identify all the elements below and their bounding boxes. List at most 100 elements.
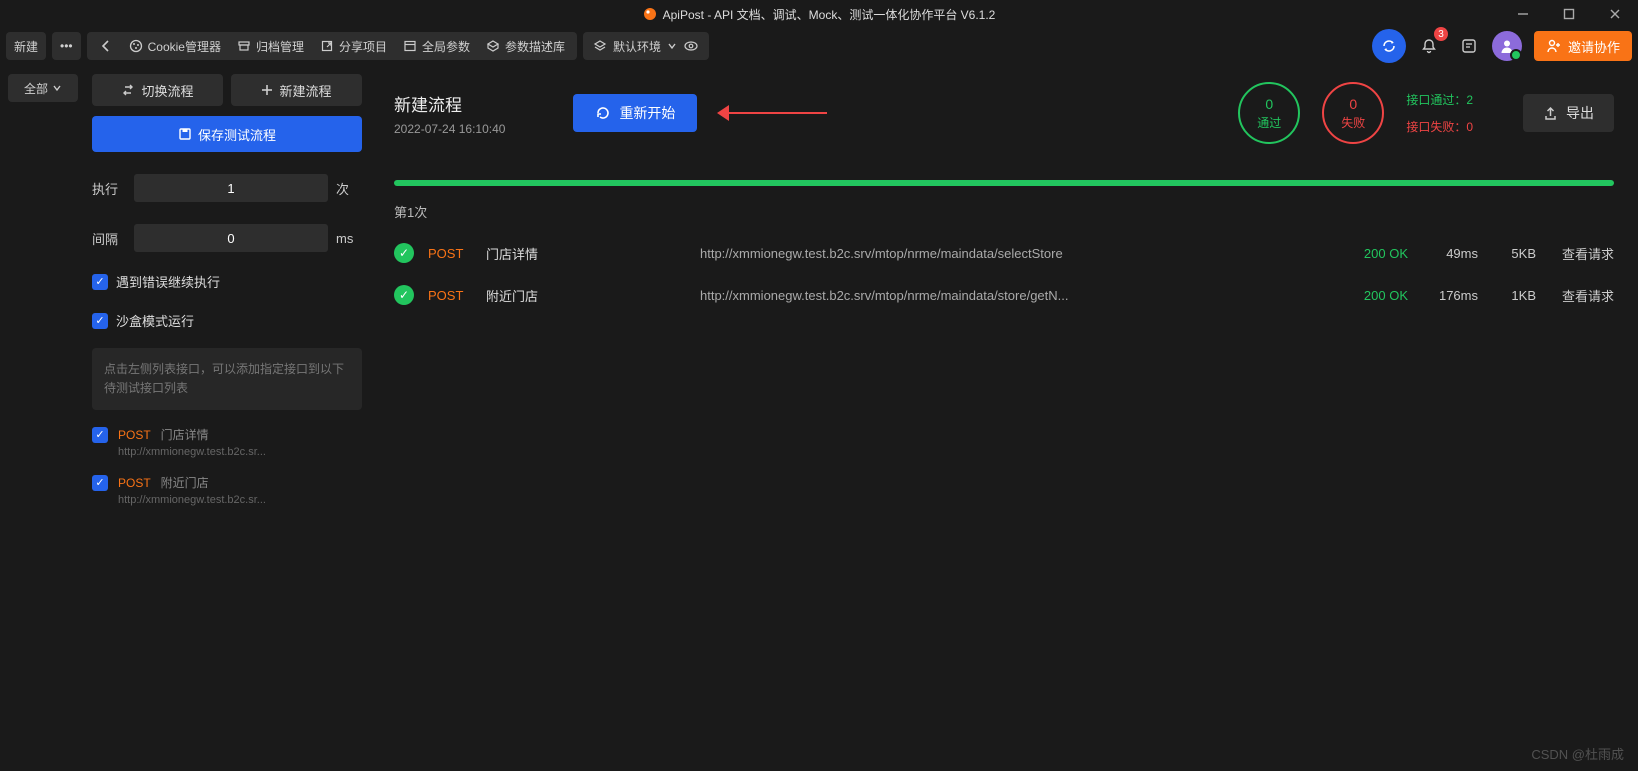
result-row: ✓ POST 门店详情 http://xmmionegw.test.b2c.sr… [394,243,1614,263]
params-library-button[interactable]: 参数描述库 [486,38,565,55]
interval-input[interactable] [134,224,328,252]
plus-icon [261,84,273,96]
bell-icon [1420,37,1438,55]
chevron-down-icon [667,41,677,51]
new-flow-button[interactable]: 新建流程 [231,74,362,106]
save-icon [178,127,192,141]
avatar-icon [1498,37,1516,55]
main-panel: 新建流程 2022-07-24 16:10:40 重新开始 0 通过 0 失败 [374,64,1638,771]
progress-bar [394,180,1614,186]
swap-icon [121,83,135,97]
result-status: 200 OK [1348,288,1408,303]
invite-button[interactable]: 邀请协作 [1534,31,1632,61]
export-icon [1543,106,1558,121]
checkbox-checked-icon: ✓ [92,427,108,443]
notifications-button[interactable]: 3 [1412,29,1446,63]
environment-selector[interactable]: 默认环境 [583,32,709,60]
method-badge: POST [118,476,151,490]
watermark: CSDN @杜雨成 [1531,744,1624,763]
global-params-button[interactable]: 全局参数 [403,38,470,55]
result-url: http://xmmionegw.test.b2c.srv/mtop/nrme/… [700,246,1334,261]
cube-icon [486,39,500,53]
eye-icon [683,39,699,53]
api-name: 附近门店 [161,474,209,491]
view-request-link[interactable]: 查看请求 [1550,286,1614,305]
annotation-arrow [717,103,827,123]
flow-title: 新建流程 [394,91,505,116]
toolbar-group: Cookie管理器 归档管理 分享项目 全局参数 参数描述库 [87,32,577,60]
sync-button[interactable] [1372,29,1406,63]
result-name: 附近门店 [486,286,686,305]
result-status: 200 OK [1348,246,1408,261]
share-icon [320,39,334,53]
cookie-manager-button[interactable]: Cookie管理器 [129,38,221,55]
titlebar: ApiPost - API 文档、调试、Mock、测试一体化协作平台 V6.1.… [0,0,1638,28]
api-list-item[interactable]: ✓ POST 附近门店 http://xmmionegw.test.b2c.sr… [92,474,362,506]
main-toolbar: 新建 ••• Cookie管理器 归档管理 分享项目 全局参数 参数描述库 默认… [0,28,1638,64]
api-pass-text: 接口通过：2 [1406,91,1473,108]
api-fail-text: 接口失败：0 [1406,118,1473,135]
fail-count-circle: 0 失败 [1322,82,1384,144]
result-name: 门店详情 [486,244,686,263]
result-time: 176ms [1422,288,1478,303]
refresh-icon [595,105,611,121]
exec-count-input[interactable] [134,174,328,202]
result-method: POST [428,288,472,303]
checkbox-checked-icon: ✓ [92,475,108,491]
export-button[interactable]: 导出 [1523,94,1614,132]
result-row: ✓ POST 附近门店 http://xmmionegw.test.b2c.sr… [394,285,1614,305]
success-icon: ✓ [394,243,414,263]
archive-button[interactable]: 归档管理 [237,38,304,55]
api-url: http://xmmionegw.test.b2c.sr... [118,494,362,506]
result-size: 5KB [1492,246,1536,261]
continue-on-error-checkbox[interactable]: ✓ 遇到错误继续执行 [92,272,362,291]
sync-icon [1380,37,1398,55]
archive-icon [237,39,251,53]
run-iteration-label: 第1次 [394,202,1614,221]
notes-button[interactable] [1452,29,1486,63]
checkbox-checked-icon: ✓ [92,313,108,329]
globals-icon [403,39,417,53]
filter-all-selector[interactable]: 全部 [8,74,78,102]
window-title: ApiPost - API 文档、调试、Mock、测试一体化协作平台 V6.1.… [663,6,996,23]
exec-label: 执行 [92,179,126,198]
share-button[interactable]: 分享项目 [320,38,387,55]
result-time: 49ms [1422,246,1478,261]
config-sidebar: 切换流程 新建流程 保存测试流程 执行 次 间隔 ms ✓ 遇到错误继续执行 ✓ [86,64,374,771]
restart-button[interactable]: 重新开始 [573,94,697,132]
sandbox-mode-checkbox[interactable]: ✓ 沙盒模式运行 [92,311,362,330]
new-button[interactable]: 新建 [6,32,46,60]
save-flow-button[interactable]: 保存测试流程 [92,116,362,152]
interval-unit: ms [336,231,362,246]
user-avatar[interactable] [1492,31,1522,61]
notification-badge: 3 [1434,27,1448,41]
method-badge: POST [118,428,151,442]
cookie-icon [129,39,143,53]
api-name: 门店详情 [161,426,209,443]
success-icon: ✓ [394,285,414,305]
checkbox-checked-icon: ✓ [92,274,108,290]
app-logo-icon [643,7,657,21]
switch-flow-button[interactable]: 切换流程 [92,74,223,106]
api-url: http://xmmionegw.test.b2c.sr... [118,446,362,458]
interval-label: 间隔 [92,229,126,248]
window-maximize-button[interactable] [1546,0,1592,28]
window-close-button[interactable] [1592,0,1638,28]
note-icon [1460,37,1478,55]
layers-icon [593,39,607,53]
hint-text: 点击左侧列表接口，可以添加指定接口到以下待测试接口列表 [92,348,362,410]
user-plus-icon [1546,38,1562,54]
result-method: POST [428,246,472,261]
flow-timestamp: 2022-07-24 16:10:40 [394,122,505,136]
filter-sidebar: 全部 [0,64,86,771]
more-button[interactable]: ••• [52,32,81,60]
result-url: http://xmmionegw.test.b2c.srv/mtop/nrme/… [700,288,1334,303]
view-request-link[interactable]: 查看请求 [1550,244,1614,263]
api-list-item[interactable]: ✓ POST 门店详情 http://xmmionegw.test.b2c.sr… [92,426,362,458]
back-button[interactable] [99,39,113,53]
chevron-down-icon [52,83,62,93]
pass-count-circle: 0 通过 [1238,82,1300,144]
window-minimize-button[interactable] [1500,0,1546,28]
exec-unit: 次 [336,179,362,198]
result-size: 1KB [1492,288,1536,303]
